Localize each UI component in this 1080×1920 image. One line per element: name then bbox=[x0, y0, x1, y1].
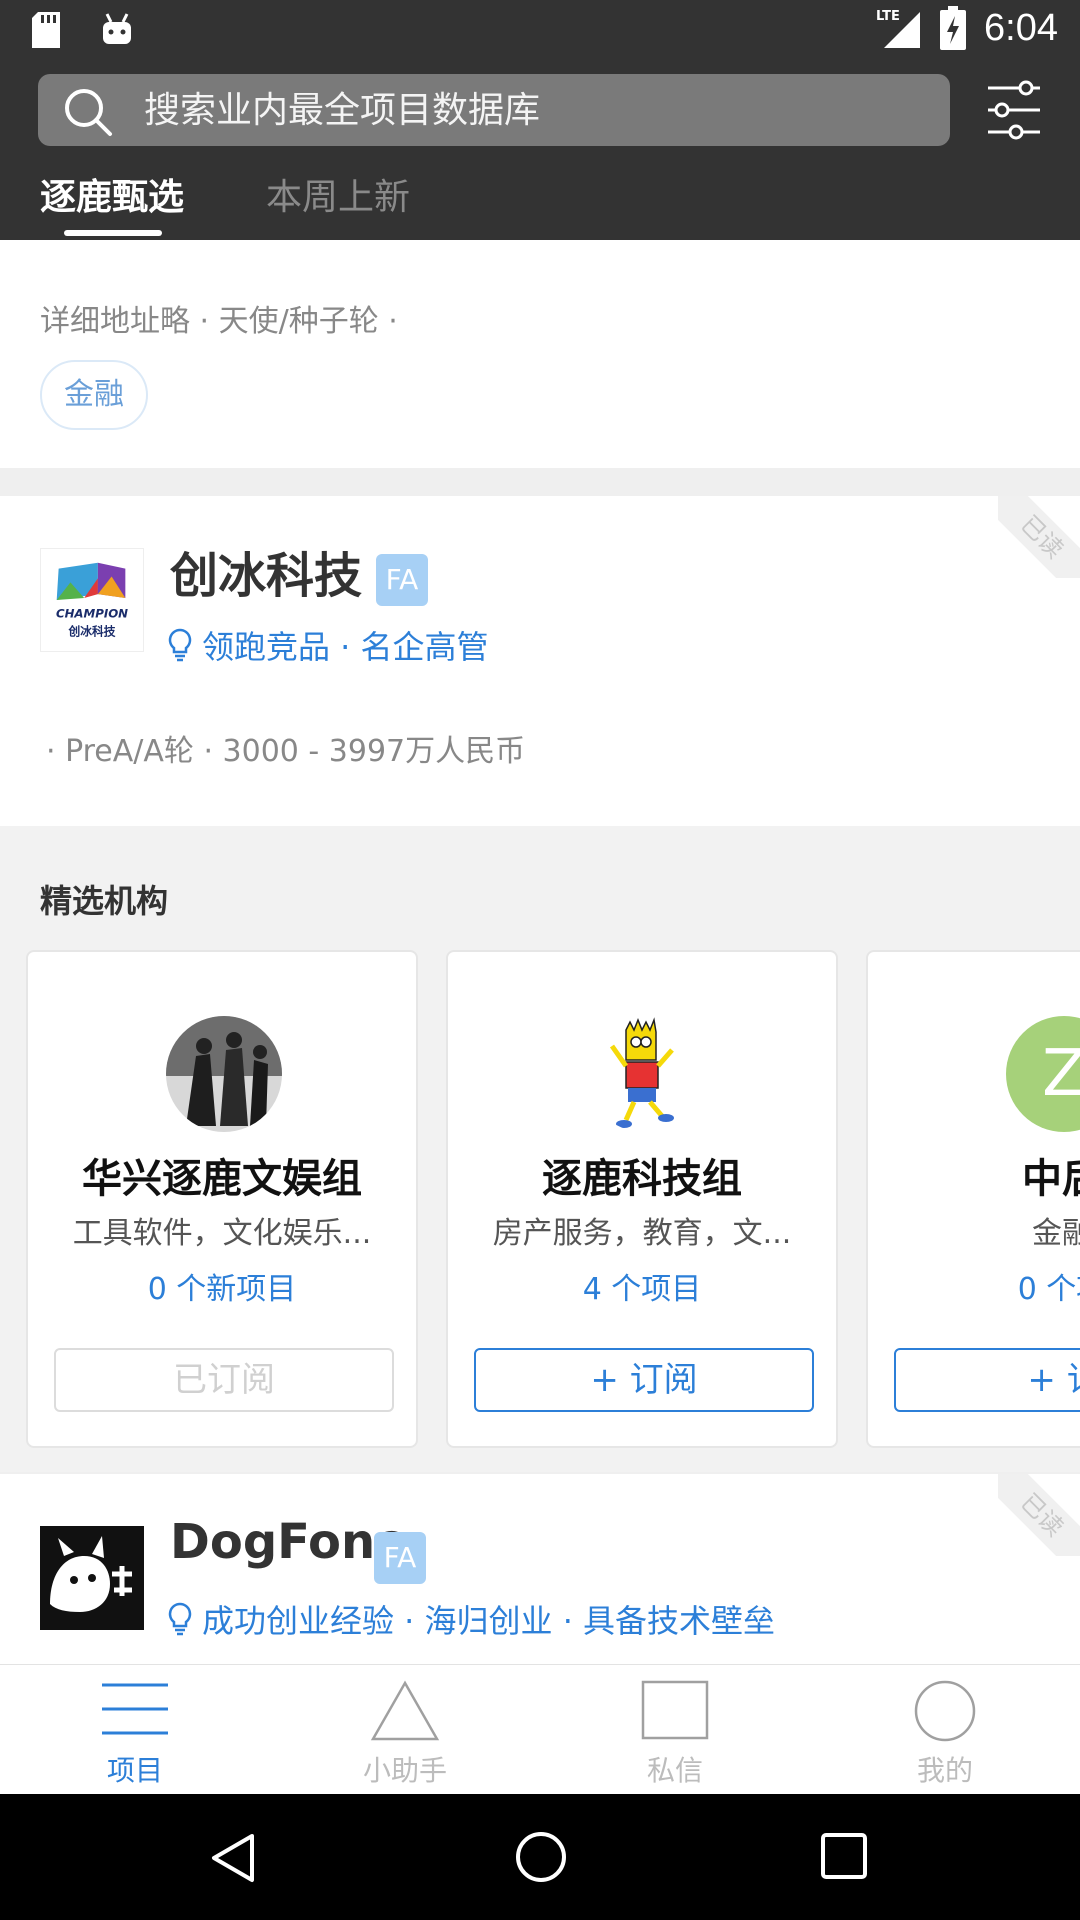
org-name: 逐鹿科技组 bbox=[542, 1156, 742, 1202]
subscribed-button[interactable]: 已订阅 bbox=[54, 1348, 394, 1412]
square-icon bbox=[641, 1680, 709, 1740]
project-highlights: 成功创业经验 · 海归创业 · 具备技术壁垒 bbox=[168, 1596, 775, 1642]
org-project-count: 4 个项目 bbox=[582, 1272, 702, 1307]
filter-settings-icon[interactable] bbox=[986, 80, 1042, 140]
subscribe-button[interactable]: + 订阅 bbox=[474, 1348, 814, 1412]
org-name: 华兴逐鹿文娱组 bbox=[82, 1156, 362, 1202]
android-notification-icon bbox=[103, 13, 131, 44]
company-logo bbox=[40, 1526, 144, 1630]
menu-icon bbox=[102, 1683, 168, 1735]
company-logo: CHAMPION 创冰科技 bbox=[40, 548, 144, 652]
status-bar: LTE 6:04 bbox=[0, 0, 1080, 64]
lightbulb-icon bbox=[168, 628, 192, 662]
bottom-nav: 项目 小助手 私信 我的 bbox=[0, 1664, 1080, 1794]
system-nav-bar bbox=[0, 1794, 1080, 1920]
project-funding-meta: · PreA/A轮 · 3000 - 3997万人民币 bbox=[46, 734, 526, 769]
nav-messages[interactable]: 私信 bbox=[540, 1665, 810, 1795]
svg-text:创冰科技: 创冰科技 bbox=[68, 624, 116, 638]
industry-tag: 金融 bbox=[40, 360, 148, 430]
svg-text:LTE: LTE bbox=[876, 9, 900, 24]
search-icon bbox=[65, 89, 112, 136]
org-project-count: 0 个项 bbox=[1017, 1272, 1080, 1307]
tab-weekly-new[interactable]: 本周上新 bbox=[266, 168, 410, 220]
search-input[interactable] bbox=[142, 74, 922, 146]
clock: 6:04 bbox=[984, 6, 1058, 49]
app-header: 逐鹿甄选 本周上新 bbox=[0, 64, 1080, 240]
nav-assistant[interactable]: 小助手 bbox=[270, 1665, 540, 1795]
org-name: 中后 bbox=[1022, 1156, 1080, 1202]
org-project-count: 0 个新项目 bbox=[147, 1272, 297, 1307]
recents-icon[interactable] bbox=[820, 1832, 868, 1880]
project-card-partial[interactable]: 详细地址略 · 天使/种子轮 · 金融 bbox=[0, 240, 1080, 468]
back-icon[interactable] bbox=[210, 1832, 256, 1884]
project-feed[interactable]: 详细地址略 · 天使/种子轮 · 金融 已读 CHAMPION 创冰科技 创冰科… bbox=[0, 240, 1080, 1664]
project-card[interactable]: 已读 CHAMPION 创冰科技 创冰科技 FA 领跑竞品 · 名企高管 · P… bbox=[0, 496, 1080, 826]
read-corner-badge: 已读 bbox=[998, 1474, 1080, 1556]
org-avatar bbox=[166, 1016, 282, 1132]
home-icon[interactable] bbox=[514, 1830, 568, 1884]
project-highlights: 领跑竞品 · 名企高管 bbox=[168, 622, 489, 668]
circle-icon bbox=[914, 1680, 976, 1742]
fa-badge: FA bbox=[376, 554, 428, 606]
tab-featured[interactable]: 逐鹿甄选 bbox=[40, 168, 184, 220]
org-industries: 金融 bbox=[1032, 1216, 1080, 1251]
project-meta: 详细地址略 · 天使/种子轮 · bbox=[40, 304, 398, 339]
search-bar[interactable] bbox=[38, 74, 950, 146]
fa-badge: FA bbox=[374, 1532, 426, 1584]
org-card[interactable]: Z 中后 金融 0 个项 + 订 bbox=[866, 950, 1080, 1448]
battery-charging-icon bbox=[940, 6, 967, 50]
project-title: DogFone bbox=[170, 1514, 408, 1570]
tab-indicator bbox=[64, 230, 162, 236]
sd-card-icon bbox=[32, 12, 60, 48]
org-avatar bbox=[586, 1016, 702, 1132]
top-tabs: 逐鹿甄选 本周上新 bbox=[0, 160, 1080, 240]
nav-projects[interactable]: 项目 bbox=[0, 1665, 270, 1795]
org-avatar-letter: Z bbox=[1006, 1016, 1080, 1132]
nav-profile[interactable]: 我的 bbox=[810, 1665, 1080, 1795]
subscribe-button[interactable]: + 订 bbox=[894, 1348, 1080, 1412]
project-card[interactable]: 已读 DogFone FA 成功创业经验 · 海归创业 · 具备技术壁垒 bbox=[0, 1474, 1080, 1664]
org-card[interactable]: 华兴逐鹿文娱组 工具软件，文化娱乐... 0 个新项目 已订阅 bbox=[26, 950, 418, 1448]
org-card[interactable]: 逐鹿科技组 房产服务，教育，文... 4 个项目 + 订阅 bbox=[446, 950, 838, 1448]
triangle-icon bbox=[370, 1680, 440, 1741]
lightbulb-icon bbox=[168, 1602, 192, 1636]
read-corner-badge: 已读 bbox=[998, 496, 1080, 578]
org-industries: 工具软件，文化娱乐... bbox=[72, 1216, 372, 1251]
project-title: 创冰科技 bbox=[170, 548, 363, 604]
lte-signal-icon: LTE bbox=[876, 9, 921, 48]
svg-text:CHAMPION: CHAMPION bbox=[56, 607, 128, 621]
section-title: 精选机构 bbox=[40, 882, 169, 920]
org-industries: 房产服务，教育，文... bbox=[492, 1216, 792, 1251]
featured-orgs-section: 精选机构 华兴逐鹿文娱组 工具软件，文化娱乐... 0 个新项目 已订阅 逐鹿科… bbox=[0, 826, 1080, 1472]
